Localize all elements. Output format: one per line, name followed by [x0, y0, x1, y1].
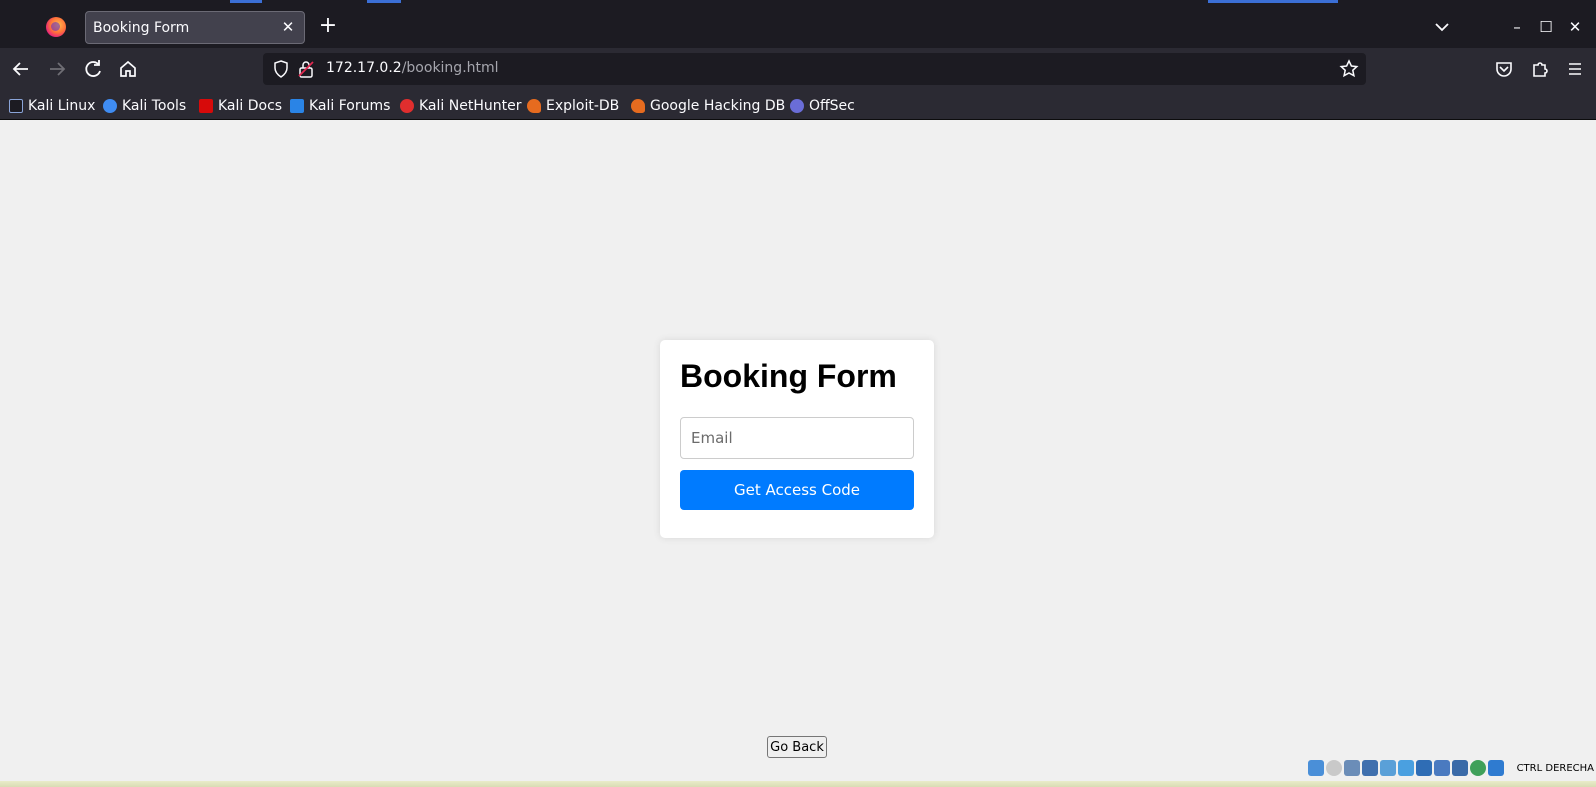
minimize-button[interactable]: – — [1505, 15, 1529, 39]
url-path: /booking.html — [401, 60, 499, 76]
vm-status-icons — [1308, 760, 1504, 778]
bookmark-exploit-db[interactable]: Exploit-DB — [527, 96, 619, 116]
vm-recording-icon[interactable] — [1434, 760, 1450, 776]
bookmark-google-hacking-db[interactable]: Google Hacking DB — [631, 96, 785, 116]
kali-forums-icon — [290, 99, 304, 113]
vm-usb-icon[interactable] — [1380, 760, 1396, 776]
vm-network-icon[interactable] — [1362, 760, 1378, 776]
maximize-button[interactable]: ☐ — [1534, 15, 1558, 39]
google-hacking-db-icon — [631, 99, 645, 113]
vm-display-icon[interactable] — [1416, 760, 1432, 776]
page-content: Booking Form Get Access Code Go Back — [0, 120, 1596, 781]
form-title: Booking Form — [680, 358, 897, 394]
tab-title: Booking Form — [93, 20, 190, 36]
vm-audio-icon[interactable] — [1344, 760, 1360, 776]
vm-mouse-integration-icon[interactable] — [1470, 760, 1486, 776]
bookmark-label: Google Hacking DB — [650, 98, 786, 114]
forward-arrow-icon[interactable] — [44, 56, 70, 82]
bookmark-kali-nethunter[interactable]: Kali NetHunter — [400, 96, 521, 116]
booking-form-card: Booking Form Get Access Code — [660, 340, 934, 538]
bookmark-kali-linux[interactable]: Kali Linux — [9, 96, 95, 116]
vm-keyboard-icon[interactable] — [1488, 760, 1504, 776]
kali-nethunter-icon — [400, 99, 414, 113]
list-all-tabs-chevron-icon[interactable] — [1430, 15, 1454, 39]
bookmark-label: Kali NetHunter — [419, 98, 522, 114]
bookmark-offsec[interactable]: OffSec — [790, 96, 855, 116]
bookmark-label: Kali Docs — [218, 98, 283, 114]
tracking-protection-shield-icon[interactable] — [271, 59, 291, 79]
menu-hamburger-icon[interactable] — [1562, 56, 1588, 82]
tab-bar: Booking Form ✕ + – ☐ ✕ — [0, 6, 1596, 48]
exploit-db-icon — [527, 99, 541, 113]
vm-storage-icon[interactable] — [1308, 760, 1324, 776]
bookmark-label: Kali Tools — [122, 98, 187, 114]
vm-optical-drive-icon[interactable] — [1326, 760, 1342, 776]
kali-docs-icon — [199, 99, 213, 113]
close-window-button[interactable]: ✕ — [1563, 15, 1587, 39]
url-host: 172.17.0.2 — [326, 60, 402, 76]
new-tab-button[interactable]: + — [316, 15, 340, 39]
insecure-lock-icon[interactable] — [296, 59, 316, 79]
bookmark-kali-docs[interactable]: Kali Docs — [199, 96, 282, 116]
get-access-code-button[interactable]: Get Access Code — [680, 470, 914, 510]
bookmarks-toolbar: Kali Linux Kali Tools Kali Docs Kali For… — [0, 91, 1596, 120]
bookmark-label: OffSec — [809, 98, 855, 114]
bookmark-star-icon[interactable] — [1338, 58, 1360, 80]
kali-tools-icon — [103, 99, 117, 113]
tab-booking-form[interactable]: Booking Form ✕ — [85, 11, 305, 44]
bookmark-label: Exploit-DB — [546, 98, 620, 114]
vm-cpu-icon[interactable] — [1452, 760, 1468, 776]
url-text[interactable]: 172.17.0.2/booking.html — [326, 60, 499, 76]
reload-icon[interactable] — [80, 56, 106, 82]
bookmark-kali-tools[interactable]: Kali Tools — [103, 96, 186, 116]
tab-close-icon[interactable]: ✕ — [278, 17, 298, 37]
email-input[interactable] — [680, 417, 914, 459]
bookmark-label: Kali Forums — [309, 98, 391, 114]
go-back-button[interactable]: Go Back — [767, 736, 827, 758]
pocket-icon[interactable] — [1491, 56, 1517, 82]
home-icon[interactable] — [115, 56, 141, 82]
bookmark-label: Kali Linux — [28, 98, 96, 114]
kali-dragon-icon — [9, 99, 23, 113]
host-key-label: CTRL DERECHA — [1516, 763, 1594, 774]
vm-bottom-bar — [0, 781, 1596, 787]
address-bar[interactable]: 172.17.0.2/booking.html — [263, 53, 1366, 85]
extensions-puzzle-icon[interactable] — [1527, 56, 1553, 82]
offsec-icon — [790, 99, 804, 113]
bookmark-kali-forums[interactable]: Kali Forums — [290, 96, 390, 116]
navigation-toolbar: 172.17.0.2/booking.html — [0, 48, 1596, 91]
firefox-logo-icon — [46, 17, 66, 37]
back-arrow-icon[interactable] — [8, 56, 34, 82]
vm-shared-folders-icon[interactable] — [1398, 760, 1414, 776]
